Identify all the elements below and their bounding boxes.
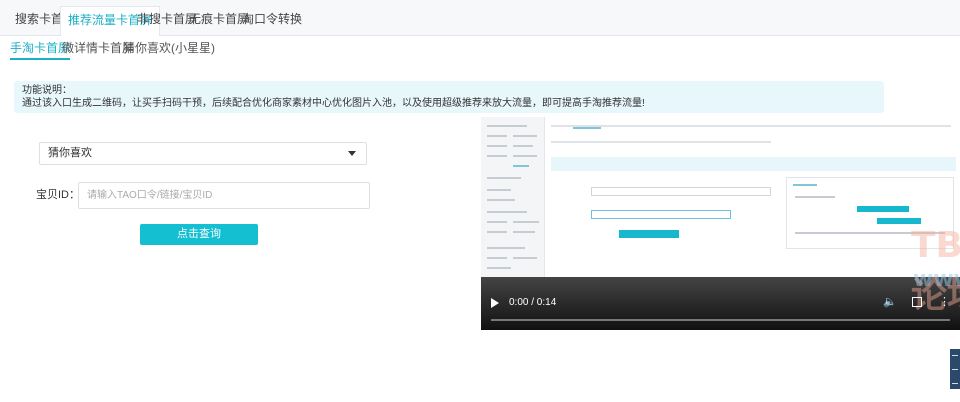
video-progress-bar[interactable] (491, 319, 950, 321)
select-value: 猜你喜欢 (48, 147, 92, 159)
play-icon[interactable] (491, 298, 499, 308)
top-tab-bar: 搜索卡首屏 推荐流量卡首屏 非搜卡首屏 无痕卡首屏 淘口令转换 (0, 0, 960, 37)
volume-icon[interactable]: 🔈 (883, 295, 897, 309)
subtab-shoutao-card[interactable]: 手淘卡首屏 (10, 40, 71, 60)
tutorial-video-player[interactable]: TB58论坛 www.tb58.net 0:00 / 0:14 🔈 ⋮ (481, 117, 960, 330)
video-frame (481, 117, 960, 287)
function-notice: 功能说明： 通过该入口生成二维码，让买手扫码干预，后续配合优化商家素材中心优化图… (14, 81, 884, 113)
sub-tab-bar: 手淘卡首屏 微详情卡首屏 猜你喜欢(小星星) (0, 36, 960, 62)
video-time: 0:00 / 0:14 (509, 297, 557, 308)
query-button[interactable]: 点击查询 (140, 224, 258, 245)
subtab-guess-you-like[interactable]: 猜你喜欢(小星星) (123, 40, 215, 60)
recommend-type-select[interactable]: 猜你喜欢 (39, 142, 367, 165)
video-controls: 0:00 / 0:14 🔈 ⋮ (481, 290, 960, 330)
side-float-widget[interactable] (950, 349, 960, 389)
video-mini-sidebar (481, 117, 545, 287)
notice-text: 通过该入口生成二维码，让买手扫码干预，后续配合优化商家素材中心优化图片入池，以及… (22, 98, 645, 109)
item-id-input[interactable] (78, 182, 370, 209)
watermark-url: www.tb58.net (913, 267, 960, 292)
notice-title: 功能说明： (22, 85, 72, 96)
more-icon[interactable]: ⋮ (939, 295, 950, 309)
caret-down-icon (348, 151, 356, 156)
main-panel: 功能说明： 通过该入口生成二维码，让买手扫码干预，后续配合优化商家素材中心优化图… (0, 62, 960, 402)
fullscreen-icon[interactable] (912, 297, 922, 307)
tab-taokouling-convert[interactable]: 淘口令转换 (235, 6, 309, 36)
item-id-label: 宝贝ID： (36, 189, 80, 201)
